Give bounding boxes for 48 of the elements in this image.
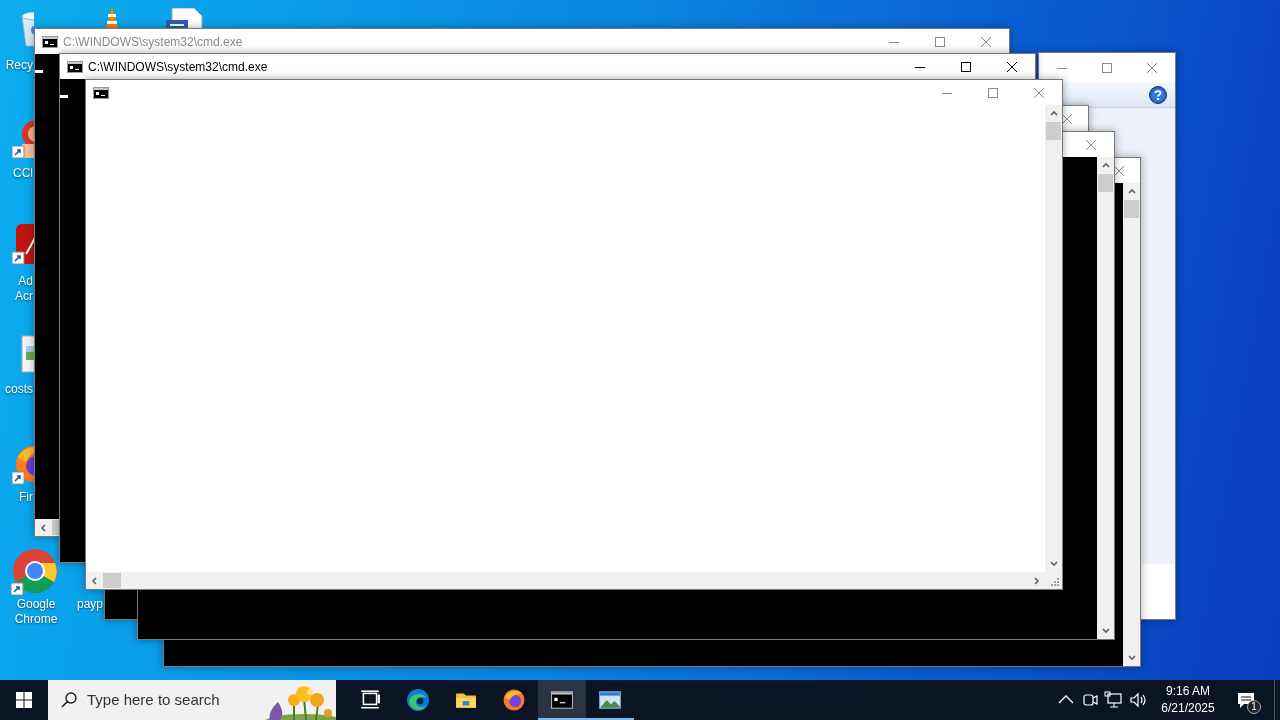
search-icon [61,692,77,708]
icon-label: CCl [12,166,33,181]
taskbar-button[interactable] [538,680,586,720]
scroll-thumb[interactable] [1124,200,1139,218]
console-icon [67,60,83,73]
browser-icon[interactable] [407,689,429,711]
notification-count: 1 [1247,700,1261,714]
icon-label: costs [4,382,33,397]
scroll-thumb[interactable] [1046,122,1061,140]
scroll-right-icon[interactable] [1031,575,1041,586]
icon-label: payp [77,597,105,612]
console-icon [42,35,58,48]
close-icon[interactable] [1007,61,1017,72]
help-icon[interactable] [1149,85,1167,104]
scroll-down-icon[interactable] [1048,558,1059,568]
scroll-thumb[interactable] [103,573,121,588]
scroll-left-icon[interactable] [39,522,49,533]
network-icon[interactable] [1104,690,1124,710]
scroll-left-icon[interactable] [90,575,100,586]
document-icon[interactable] [164,8,204,28]
volume-icon[interactable] [1128,690,1148,710]
maximize-icon[interactable] [961,61,971,72]
vertical-scrollbar[interactable] [1045,105,1062,572]
icon-label: Recy [4,58,33,73]
task-view-icon[interactable] [359,689,381,711]
browser-icon[interactable] [503,689,525,711]
search-field[interactable]: Type here to search [48,680,336,720]
icon-label: Google Chrome [13,597,59,627]
scroll-down-icon[interactable] [1100,625,1111,635]
icon-label: Ad Acr [14,274,33,304]
scroll-thumb[interactable] [52,520,59,535]
horizontal-scrollbar[interactable] [35,519,59,536]
notifications-button[interactable]: 1 [1226,680,1266,720]
console-icon [93,86,109,99]
clock[interactable]: 9:16 AM 6/21/2025 [1150,680,1226,720]
terminal-icon[interactable] [551,689,573,711]
vertical-scrollbar[interactable] [1123,183,1140,666]
vertical-scrollbar[interactable] [1097,157,1114,639]
search-placeholder: Type here to search [87,689,220,710]
window-title: C:\WINDOWS\system32\cmd.exe [63,33,243,51]
image-file-icon[interactable] [20,334,34,374]
image-icon[interactable] [599,689,621,711]
window-title: C:\WINDOWS\system32\cmd.exe [88,58,268,76]
app-icon[interactable] [12,224,34,268]
icon-label: Fir [18,490,33,505]
scroll-thumb[interactable] [1098,174,1113,192]
scroll-down-icon[interactable] [1126,652,1137,662]
horizontal-scrollbar[interactable] [86,572,1045,589]
